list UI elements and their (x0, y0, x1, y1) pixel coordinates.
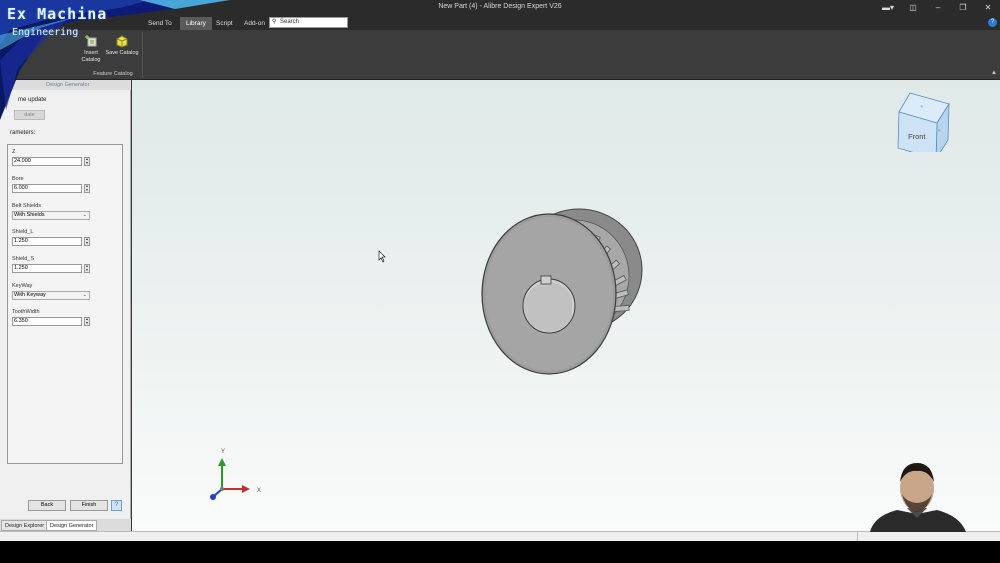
search-input[interactable]: ⚲ Search (269, 17, 348, 28)
close-button[interactable]: ✕ (980, 2, 996, 14)
tooth-width-spinner[interactable]: ▲ ▼ (84, 317, 90, 326)
ribbon-collapse-icon[interactable]: ▲ (991, 70, 997, 76)
param-label: KeyWay (12, 283, 33, 289)
keyway-value: With Keyway (14, 292, 46, 298)
minimize-button[interactable]: – (930, 2, 946, 14)
param-shield-l: Shield_L 1.250 ▲ ▼ (12, 229, 122, 246)
status-bar (0, 531, 1000, 541)
cursor-icon (378, 250, 386, 263)
title-bar: New Part (4) - Alibre Design Expert V26 … (0, 0, 1000, 16)
search-placeholder: Search (280, 19, 300, 25)
z-spinner[interactable]: ▲ ▼ (84, 157, 90, 166)
ribbon-tabs: Send To Library Script Add-on ⚲ Search ? (0, 16, 1000, 30)
realtime-update-checkbox[interactable]: me update (18, 97, 46, 103)
application-window: New Part (4) - Alibre Design Expert V26 … (0, 0, 1000, 541)
layout-icon[interactable]: ◫ (905, 2, 921, 14)
param-label: Shield_L (12, 229, 34, 235)
param-belt-shields: Belt Shields With Shields ⌄ (12, 203, 122, 220)
shield-l-input[interactable]: 1.250 (12, 237, 82, 246)
design-generator-panel: Design Generator me update date rameters… (0, 80, 131, 532)
panel-header: Design Generator (0, 80, 131, 90)
insert-catalog-icon (85, 35, 97, 47)
tab-design-explorer[interactable]: Design Explorer (1, 520, 49, 531)
param-label: ToothWidth (12, 309, 40, 315)
axis-triad: Y X (210, 449, 261, 500)
shield-s-input[interactable]: 1.250 (12, 264, 82, 273)
search-icon: ⚲ (272, 19, 277, 25)
param-z: Z 24.000 ▲ ▼ (12, 149, 122, 166)
y-axis-label: Y (221, 449, 225, 455)
param-tooth-width: ToothWidth 6.350 ▲ ▼ (12, 309, 122, 326)
parameters-label: rameters: (10, 130, 36, 136)
parameters-box: Z 24.000 ▲ ▼ Bore 6.000 ▲ ▼ Belt Shields W… (7, 144, 123, 464)
chevron-down-icon: ⌄ (82, 212, 87, 218)
view-cube[interactable]: Front ≡ ≡ (897, 90, 952, 152)
maximize-button[interactable]: ❐ (955, 2, 971, 14)
ribbon-group-label: Feature Catalog (93, 71, 133, 77)
insert-catalog-button[interactable]: Insert Catalog (80, 34, 102, 63)
bore-spinner[interactable]: ▲ ▼ (84, 184, 90, 193)
pulley-part[interactable] (481, 208, 643, 375)
param-label: Z (12, 149, 16, 155)
save-catalog-button[interactable]: Save Catalog (104, 34, 140, 57)
tab-library[interactable]: Library (180, 17, 212, 30)
z-input[interactable]: 24.000 (12, 157, 82, 166)
shield-s-spinner[interactable]: ▲ ▼ (84, 264, 90, 273)
param-shield-s: Shield_S 1.250 ▲ ▼ (12, 256, 122, 273)
param-label: Shield_S (12, 256, 35, 262)
account-icon[interactable]: ▬▾ (880, 2, 896, 14)
belt-shields-select[interactable]: With Shields ⌄ (12, 211, 90, 220)
keyway-select[interactable]: With Keyway ⌄ (12, 291, 90, 300)
shield-l-spinner[interactable]: ▲ ▼ (84, 237, 90, 246)
tab-send-to[interactable]: Send To (142, 17, 178, 30)
save-catalog-icon (116, 35, 128, 48)
finish-button[interactable]: Finish (70, 500, 108, 511)
tab-design-generator[interactable]: Design Generator (46, 520, 98, 531)
window-title: New Part (4) - Alibre Design Expert V26 (438, 3, 562, 10)
save-catalog-label: Save Catalog (105, 50, 139, 56)
tab-script[interactable]: Script (210, 17, 239, 30)
chevron-down-icon: ⌄ (82, 292, 87, 298)
insert-catalog-label: Insert Catalog (81, 50, 101, 63)
presenter-webcam (870, 463, 966, 532)
tooth-width-input[interactable]: 6.350 (12, 317, 82, 326)
param-keyway: KeyWay With Keyway ⌄ (12, 283, 122, 300)
help-icon[interactable]: ? (988, 18, 997, 27)
bore-input[interactable]: 6.000 (12, 184, 82, 193)
tab-add-on[interactable]: Add-on (238, 17, 271, 30)
param-label: Belt Shields (12, 203, 42, 209)
panel-help-button[interactable]: ? (111, 500, 122, 511)
status-divider (857, 532, 858, 541)
param-bore: Bore 6.000 ▲ ▼ (12, 176, 122, 193)
ribbon: Insert Catalog Save Catalog Feature Cata… (0, 30, 1000, 80)
ribbon-divider (142, 32, 143, 78)
update-button[interactable]: date (14, 110, 45, 120)
back-button[interactable]: Back (28, 500, 66, 511)
x-axis-label: X (257, 488, 261, 494)
belt-shields-value: With Shields (14, 212, 45, 218)
param-label: Bore (12, 176, 24, 182)
viewcube-front-label: Front (908, 132, 926, 141)
